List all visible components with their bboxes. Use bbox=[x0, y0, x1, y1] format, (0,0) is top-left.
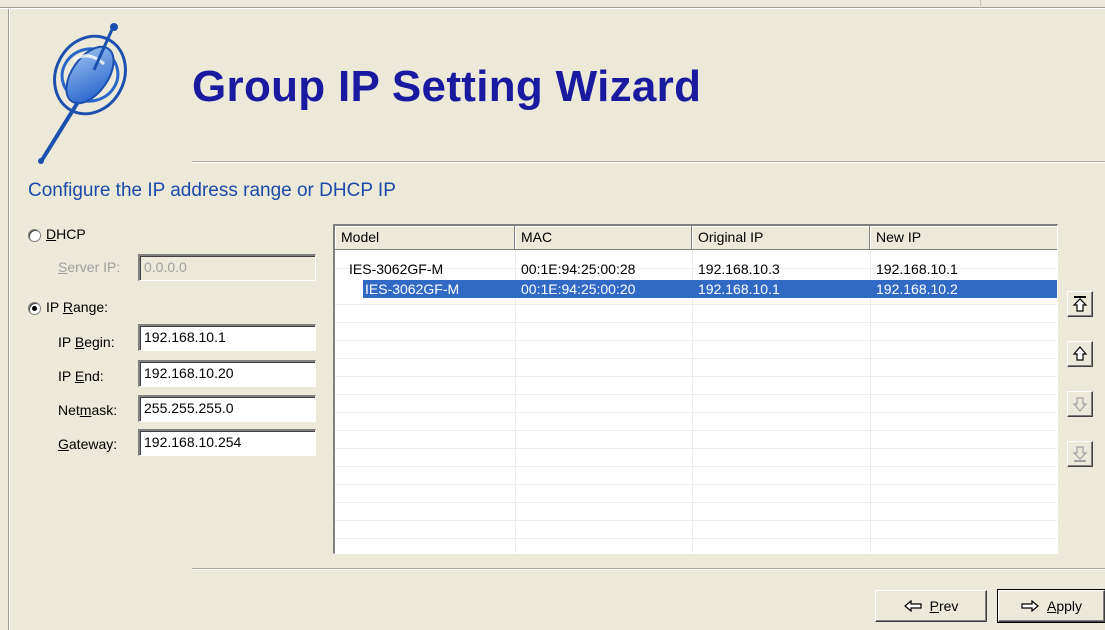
move-down-button[interactable] bbox=[1067, 391, 1093, 417]
row-divider bbox=[335, 376, 1057, 377]
prev-button[interactable]: Prev bbox=[875, 590, 987, 622]
column-header-new-ip[interactable]: New IP bbox=[870, 226, 1057, 250]
row-divider bbox=[335, 538, 1057, 539]
wizard-subtitle: Configure the IP address range or DHCP I… bbox=[28, 180, 396, 201]
ip-range-radio[interactable] bbox=[28, 302, 41, 315]
move-to-top-button[interactable] bbox=[1067, 291, 1093, 317]
row-divider bbox=[335, 304, 1057, 305]
column-header-mac[interactable]: MAC bbox=[515, 226, 692, 250]
move-up-icon bbox=[1072, 346, 1088, 361]
cell-model: IES-3062GF-M bbox=[349, 261, 444, 277]
column-header-original-ip[interactable]: Original IP bbox=[692, 226, 870, 250]
cell-new-ip: 192.168.10.1 bbox=[876, 261, 958, 277]
arrow-left-icon bbox=[903, 600, 922, 612]
table-row-selected[interactable]: IES-3062GF-M 00:1E:94:25:00:20 192.168.1… bbox=[335, 280, 1057, 298]
cell-new-ip: 192.168.10.2 bbox=[876, 281, 958, 297]
cell-original-ip: 192.168.10.1 bbox=[698, 281, 780, 297]
footer-separator bbox=[192, 568, 1105, 570]
column-header-model[interactable]: Model bbox=[335, 226, 515, 250]
row-divider bbox=[335, 520, 1057, 521]
move-to-bottom-icon bbox=[1072, 446, 1088, 462]
netmask-field[interactable]: 255.255.255.0 bbox=[138, 395, 316, 422]
dhcp-radio[interactable] bbox=[28, 229, 41, 242]
row-divider bbox=[335, 394, 1057, 395]
row-divider bbox=[335, 412, 1057, 413]
ip-end-label: IP End: bbox=[58, 368, 104, 384]
ip-begin-label: IP Begin: bbox=[58, 334, 115, 350]
prev-label: Prev bbox=[929, 598, 959, 614]
table-row[interactable]: IES-3062GF-M 00:1E:94:25:00:28 192.168.1… bbox=[335, 260, 1057, 278]
top-border bbox=[0, 7, 1105, 9]
apply-button[interactable]: Apply bbox=[997, 589, 1105, 623]
server-ip-label: Server IP: bbox=[58, 259, 121, 275]
server-ip-field: 0.0.0.0 bbox=[138, 254, 316, 281]
row-divider bbox=[335, 466, 1057, 467]
row-divider bbox=[335, 430, 1057, 431]
cell-mac: 00:1E:94:25:00:20 bbox=[521, 281, 636, 297]
gateway-field[interactable]: 192.168.10.254 bbox=[138, 429, 316, 456]
row-divider bbox=[335, 358, 1057, 359]
ip-begin-field[interactable]: 192.168.10.1 bbox=[138, 324, 316, 351]
cell-original-ip: 192.168.10.3 bbox=[698, 261, 780, 277]
row-divider bbox=[335, 340, 1057, 341]
ip-range-label[interactable]: IP Range: bbox=[46, 299, 108, 315]
row-divider bbox=[335, 322, 1057, 323]
move-up-button[interactable] bbox=[1067, 341, 1093, 367]
netmask-label: Netmask: bbox=[58, 402, 118, 418]
row-divider bbox=[335, 448, 1057, 449]
dhcp-label[interactable]: DHCP bbox=[46, 226, 86, 242]
wizard-logo-icon bbox=[30, 20, 160, 170]
table-header: Model MAC Original IP New IP bbox=[335, 226, 1057, 250]
arrow-right-icon bbox=[1021, 600, 1039, 612]
wizard-title: Group IP Setting Wizard bbox=[192, 62, 702, 111]
left-border bbox=[8, 9, 10, 630]
top-divider bbox=[980, 0, 981, 8]
ip-end-field[interactable]: 192.168.10.20 bbox=[138, 360, 316, 387]
row-divider bbox=[335, 484, 1057, 485]
header-separator bbox=[192, 161, 1105, 163]
move-to-top-icon bbox=[1072, 296, 1088, 312]
move-down-icon bbox=[1072, 397, 1088, 412]
row-divider bbox=[335, 502, 1057, 503]
apply-label: Apply bbox=[1046, 598, 1083, 614]
cell-model: IES-3062GF-M bbox=[365, 281, 460, 297]
move-to-bottom-button[interactable] bbox=[1067, 441, 1093, 467]
device-table[interactable]: Model MAC Original IP New IP IES-3062GF-… bbox=[333, 224, 1058, 554]
gateway-label: Gateway: bbox=[58, 436, 118, 452]
cell-mac: 00:1E:94:25:00:28 bbox=[521, 261, 636, 277]
